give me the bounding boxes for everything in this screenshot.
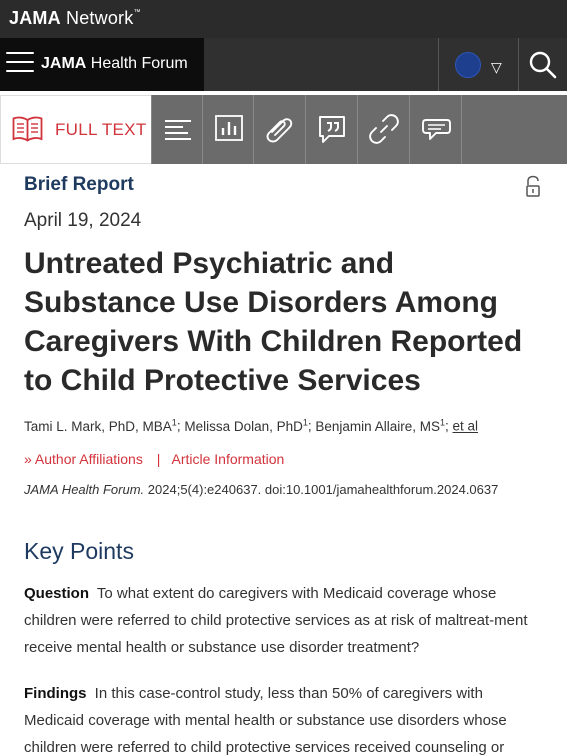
author-link[interactable]: Benjamin Allaire, MS1 xyxy=(315,417,445,434)
figures-icon xyxy=(215,115,243,141)
top-brand-bar: JAMA Network™ xyxy=(0,0,567,38)
nav-left-panel: JAMA Health Forum xyxy=(0,38,204,91)
outline-icon xyxy=(165,120,191,140)
article-tab-strip: FULL TEXT xyxy=(0,95,567,164)
nav-divider xyxy=(438,38,439,91)
key-points-question: Question To what extent do caregivers wi… xyxy=(24,585,528,656)
nav-divider xyxy=(518,38,519,91)
search-icon[interactable] xyxy=(528,50,558,80)
tab-links[interactable] xyxy=(357,95,408,164)
hamburger-icon[interactable] xyxy=(6,52,34,76)
key-points-findings: Findings In this case-control study, les… xyxy=(24,685,507,756)
tab-supplemental[interactable] xyxy=(253,95,304,164)
link-icon xyxy=(369,114,399,144)
tab-full-text-label: FULL TEXT xyxy=(55,120,147,139)
tab-figures[interactable] xyxy=(202,95,253,164)
author-link[interactable]: Melissa Dolan, PhD1 xyxy=(184,417,308,434)
article-info-links: » Author Affiliations | Article Informat… xyxy=(24,451,285,467)
tab-comments[interactable] xyxy=(305,95,356,164)
key-points-heading: Key Points xyxy=(24,538,134,564)
publication-date: April 19, 2024 xyxy=(24,210,142,231)
globe-icon[interactable] xyxy=(455,52,481,78)
unlock-icon xyxy=(526,175,540,197)
article-title: Untreated Psychiatric and Substance Use … xyxy=(24,247,523,397)
chat-icon xyxy=(422,119,451,140)
nav-bar: JAMA Health Forum ▽ xyxy=(0,38,567,91)
dropdown-triangle-icon[interactable]: ▽ xyxy=(491,59,502,76)
tab-full-text[interactable]: FULL TEXT xyxy=(0,95,151,164)
comment-icon xyxy=(319,116,345,143)
author-affiliations-link[interactable]: Author Affiliations xyxy=(35,451,143,467)
book-icon xyxy=(12,116,43,142)
author-list: Tami L. Mark, PhD, MBA1; Melissa Dolan, … xyxy=(24,417,479,434)
chevron-double-icon: » xyxy=(24,451,32,467)
journal-name[interactable]: JAMA Health Forum xyxy=(41,55,188,73)
author-link[interactable]: Tami L. Mark, PhD, MBA1 xyxy=(24,417,177,434)
article-type[interactable]: Brief Report xyxy=(24,174,134,196)
jama-network-logo[interactable]: JAMA Network™ xyxy=(9,8,141,29)
tab-outline[interactable] xyxy=(151,95,202,164)
article-information-link[interactable]: Article Information xyxy=(172,451,285,467)
tab-strip-filler xyxy=(461,95,567,164)
citation: JAMA Health Forum. 2024;5(4):e240637. do… xyxy=(24,482,499,497)
attachment-icon xyxy=(266,118,293,143)
tab-discussion[interactable] xyxy=(409,95,460,164)
et-al-link[interactable]: et al xyxy=(453,419,479,434)
